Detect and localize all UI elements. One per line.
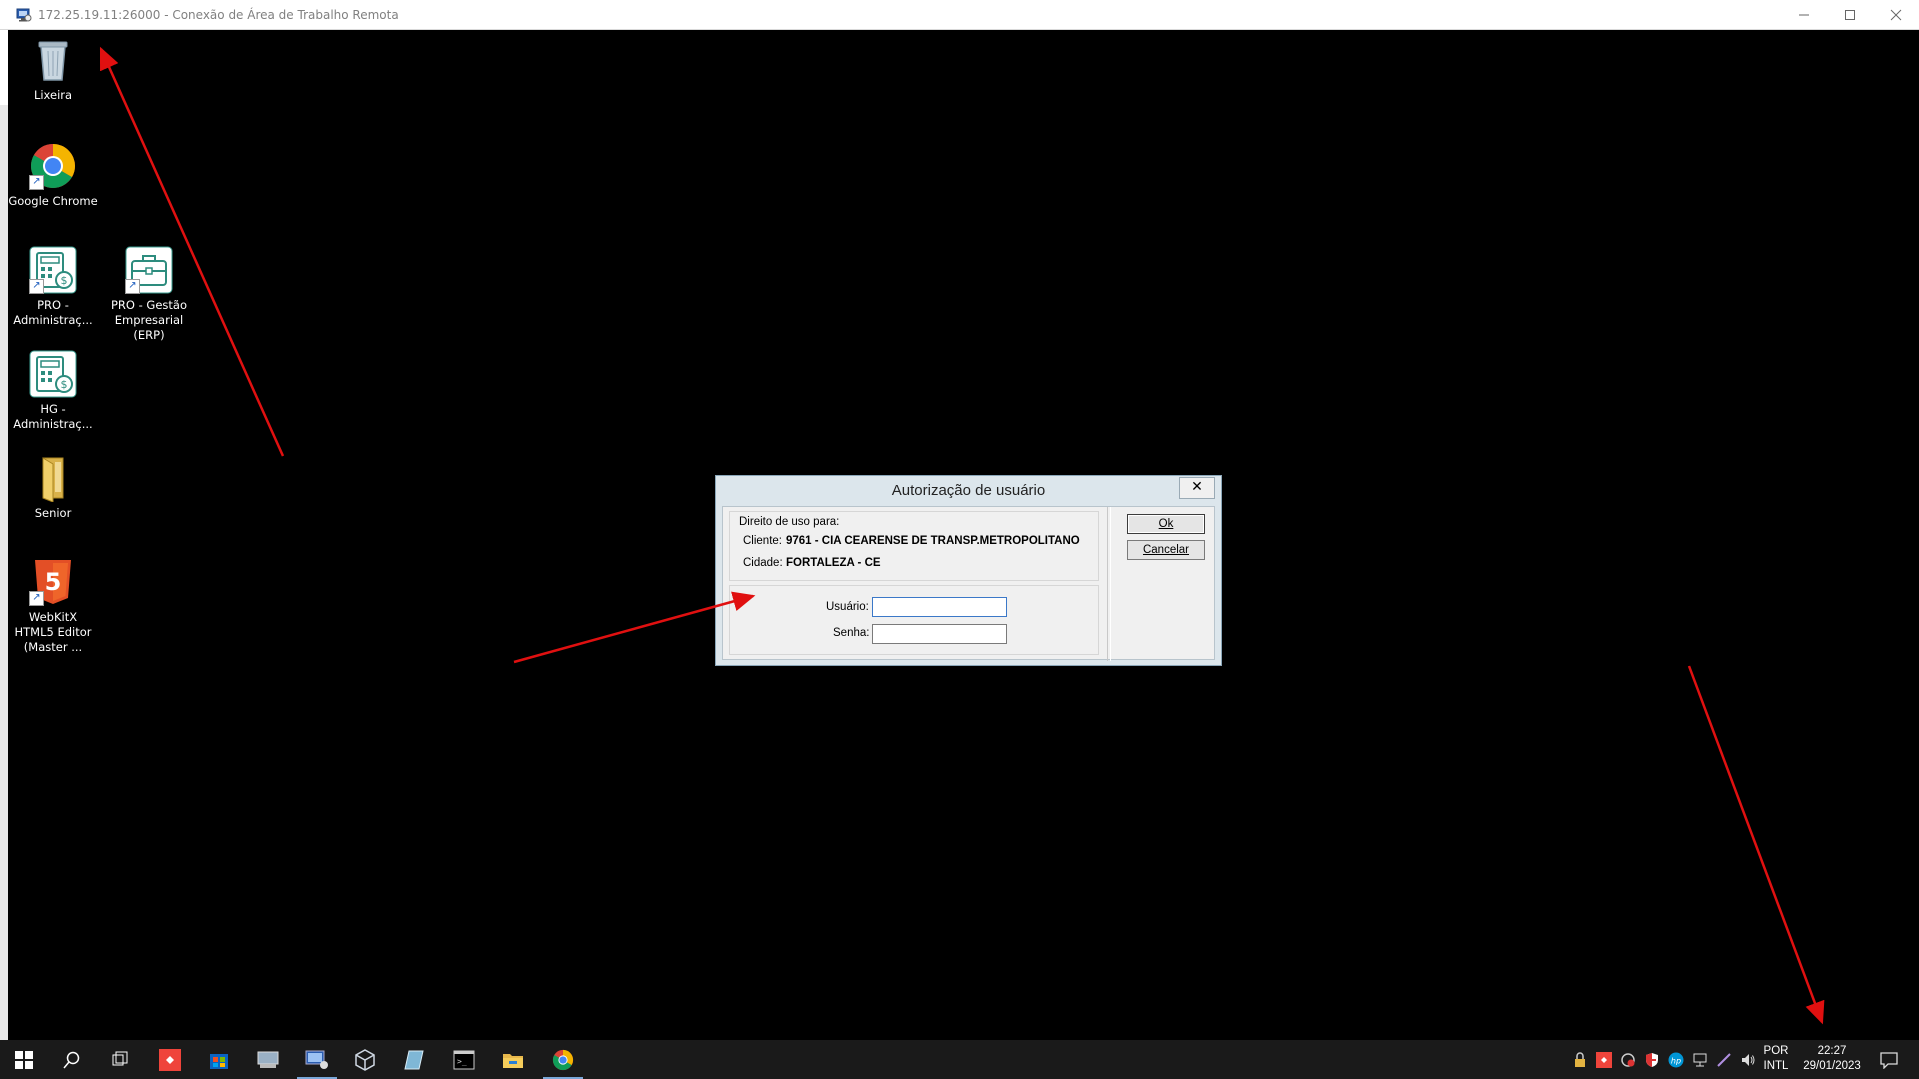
shortcut-arrow-icon: ↗	[29, 279, 44, 294]
svg-text:5: 5	[45, 568, 62, 596]
rdp-window-titlebar[interactable]: 172.25.19.11:26000 - Conexão de Área de …	[0, 0, 1919, 30]
terminal-icon[interactable]: >_	[440, 1040, 488, 1079]
desktop-icon-pro-erp[interactable]: ↗ PRO - Gestão Empresarial (ERP)	[101, 246, 197, 343]
pen-icon[interactable]	[1716, 1052, 1732, 1068]
chrome-icon: ↗	[29, 142, 77, 190]
anydesk-tray-icon[interactable]	[1596, 1052, 1612, 1068]
hg-admin-icon: $	[29, 350, 77, 398]
close-icon: ✕	[1191, 479, 1203, 495]
file-explorer-icon[interactable]	[489, 1040, 537, 1079]
license-info-panel: Direito de uso para: Cliente: 9761 - CIA…	[729, 511, 1099, 581]
chrome-icon[interactable]	[539, 1040, 587, 1079]
search-icon[interactable]	[48, 1040, 96, 1079]
desktop-icon-webkitx[interactable]: 5 ↗ WebKitX HTML5 Editor (Master ...	[5, 558, 101, 655]
security-tray-icon[interactable]	[1620, 1052, 1636, 1068]
clock-date: 29/01/2023	[1803, 1060, 1861, 1072]
vertical-separator	[1107, 507, 1111, 661]
task-view-icon[interactable]	[96, 1040, 144, 1079]
language-line2: INTL	[1763, 1060, 1789, 1072]
hp-icon[interactable]: hp	[1668, 1052, 1684, 1068]
login-panel: Usuário: Senha:	[729, 585, 1099, 655]
section-label: Direito de uso para:	[739, 516, 840, 528]
start-icon[interactable]	[0, 1040, 48, 1079]
cidade-value: FORTALEZA - CE	[786, 557, 881, 569]
shortcut-arrow-icon: ↗	[29, 175, 44, 190]
ok-button-label: Ok	[1158, 518, 1174, 530]
usuario-input[interactable]	[872, 597, 1007, 617]
desktop-icon-chrome[interactable]: ↗ Google Chrome	[5, 142, 101, 209]
clock[interactable]: 22:27 29/01/2023	[1798, 1044, 1866, 1074]
dialog-body: Direito de uso para: Cliente: 9761 - CIA…	[722, 506, 1215, 661]
volume-icon[interactable]	[1740, 1052, 1756, 1068]
desktop-icon-senior[interactable]: Senior	[5, 454, 101, 521]
desktop-icon-label: Google Chrome	[8, 194, 98, 208]
desktop-icon-label: Senior	[34, 506, 72, 520]
maximize-icon[interactable]	[1827, 0, 1873, 30]
language-indicator[interactable]: POR INTL	[1762, 1044, 1790, 1074]
pro-erp-icon: ↗	[125, 246, 173, 294]
cancel-button-label: Cancelar	[1142, 544, 1190, 556]
folder-icon	[29, 454, 77, 503]
network-icon[interactable]	[1692, 1052, 1708, 1068]
ok-button[interactable]: Ok	[1127, 514, 1205, 534]
desktop-icon-label: Lixeira	[33, 88, 73, 102]
shortcut-arrow-icon: ↗	[125, 279, 140, 294]
svg-text:$: $	[61, 378, 68, 391]
shield-icon[interactable]	[1644, 1052, 1660, 1068]
minimize-icon[interactable]	[1781, 0, 1827, 30]
cidade-label: Cidade:	[743, 557, 783, 569]
user-authorization-dialog[interactable]: Autorização de usuário ✕ Direito de uso …	[715, 475, 1222, 666]
network-drive-icon[interactable]	[244, 1040, 292, 1079]
html5-icon: 5 ↗	[29, 558, 77, 606]
anydesk-icon[interactable]	[146, 1040, 194, 1079]
lock-icon[interactable]	[1572, 1052, 1588, 1068]
notifications-icon[interactable]	[1880, 1051, 1898, 1070]
clock-time: 22:27	[1817, 1045, 1847, 1057]
desktop-icon-pro-admin[interactable]: $ ↗ PRO - Administraç...	[5, 246, 101, 328]
shortcut-arrow-icon: ↗	[29, 591, 44, 606]
remote-desktop-icon[interactable]	[293, 1040, 341, 1079]
cancel-button[interactable]: Cancelar	[1127, 540, 1205, 560]
desktop-icon-hg-admin[interactable]: $ HG - Administraç...	[5, 350, 101, 432]
dialog-title: Autorização de usuário	[891, 482, 1046, 499]
svg-text:hp: hp	[1671, 1057, 1681, 1066]
dialog-titlebar[interactable]: Autorização de usuário ✕	[716, 476, 1221, 504]
usuario-label: Usuário:	[826, 601, 869, 613]
svg-text:$: $	[61, 274, 68, 287]
desktop-icon-lixeira[interactable]: Lixeira	[5, 36, 101, 103]
desktop-icon-label: WebKitX HTML5 Editor (Master ...	[14, 610, 92, 654]
close-icon[interactable]	[1873, 0, 1919, 30]
cliente-label: Cliente:	[743, 535, 782, 547]
remote-desktop-icon	[16, 7, 32, 23]
senha-label: Senha:	[833, 627, 870, 639]
pro-admin-icon: $ ↗	[29, 246, 77, 294]
taskbar: >_ hp POR INTL 22:27 29/01/2023	[0, 1040, 1919, 1079]
recycle-bin-icon	[29, 36, 77, 84]
desktop-icon-label: HG - Administraç...	[13, 402, 93, 431]
notepad-icon[interactable]	[390, 1040, 438, 1079]
language-line1: POR	[1763, 1045, 1789, 1057]
cliente-value: 9761 - CIA CEARENSE DE TRANSP.METROPOLIT…	[786, 535, 1080, 547]
desktop-icon-label: PRO - Administraç...	[13, 298, 93, 327]
dialog-close-button[interactable]: ✕	[1179, 477, 1215, 499]
store-icon[interactable]	[195, 1040, 243, 1079]
svg-text:>_: >_	[457, 1057, 467, 1066]
window-title: 172.25.19.11:26000 - Conexão de Área de …	[38, 7, 399, 22]
virtualbox-icon[interactable]	[341, 1040, 389, 1079]
desktop-icon-label: PRO - Gestão Empresarial (ERP)	[110, 298, 187, 342]
senha-input[interactable]	[872, 624, 1007, 644]
